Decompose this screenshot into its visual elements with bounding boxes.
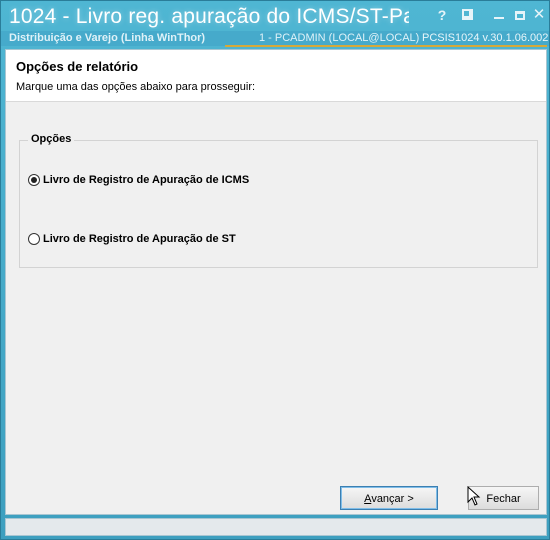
app-window: 1024 - Livro reg. apuração do ICMS/ST-Pa… xyxy=(0,0,550,540)
minimize-icon xyxy=(494,17,504,19)
radio-icms[interactable] xyxy=(28,174,40,186)
program-version: PCSIS1024 v.30.1.06.002 xyxy=(422,32,549,44)
next-button[interactable]: Avançar > xyxy=(340,486,438,510)
pin-button[interactable] xyxy=(456,5,478,25)
option-icms-label: Livro de Registro de Apuração de ICMS xyxy=(43,174,250,186)
option-icms[interactable]: Livro de Registro de Apuração de ICMS xyxy=(28,172,249,188)
radio-st[interactable] xyxy=(28,233,40,245)
mouse-cursor-icon xyxy=(467,486,481,506)
help-button[interactable]: ? xyxy=(431,5,453,25)
options-legend: Opções xyxy=(28,133,75,145)
close-window-button[interactable]: ✕ xyxy=(528,5,550,25)
accent-divider xyxy=(225,45,547,47)
info-bar: Distribuição e Varejo (Linha WinThor) 1 … xyxy=(1,31,549,46)
window-title: 1024 - Livro reg. apuração do ICMS/ST-Pa xyxy=(9,5,409,28)
page-description: Marque uma das opções abaixo para prosse… xyxy=(16,81,256,93)
status-bar xyxy=(5,518,547,536)
product-name: Distribuição e Varejo (Linha WinThor) xyxy=(9,32,206,44)
close-icon: ✕ xyxy=(532,6,546,23)
options-groupbox: Opções Livro de Registro de Apuração de … xyxy=(19,133,538,268)
option-st[interactable]: Livro de Registro de Apuração de ST xyxy=(28,231,236,247)
user-connection: 1 - PCADMIN (LOCAL@LOCAL) xyxy=(259,32,420,44)
minimize-button[interactable] xyxy=(488,5,510,25)
wizard-content: Opções de relatório Marque uma das opçõe… xyxy=(5,49,547,515)
option-st-label: Livro de Registro de Apuração de ST xyxy=(43,233,236,245)
maximize-icon xyxy=(515,11,525,20)
page-title: Opções de relatório xyxy=(16,59,139,74)
wizard-header: Opções de relatório Marque uma das opçõe… xyxy=(6,50,546,102)
pin-icon xyxy=(461,9,473,20)
